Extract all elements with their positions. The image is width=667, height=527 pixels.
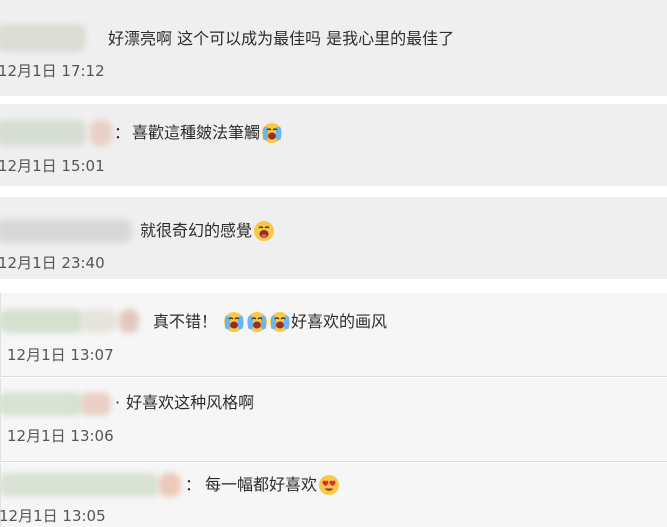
crying-face-icon <box>246 311 268 333</box>
comment-text: ：每一幅都好喜欢 <box>185 474 340 496</box>
blurred-username <box>0 473 159 497</box>
crying-face-icon <box>223 311 245 333</box>
crying-face-icon <box>261 122 283 144</box>
comment-timestamp: 12月1日 17:12 <box>0 62 105 80</box>
blurred-username <box>0 219 132 243</box>
comment-text: 真不错！ 好喜欢的画风 <box>153 311 388 333</box>
blurred-username <box>0 24 86 52</box>
heart-eyes-face-icon <box>318 474 340 496</box>
comment-timestamp: 12月1日 15:01 <box>0 157 105 175</box>
comment-text: 就很奇幻的感覺 <box>140 220 275 242</box>
blurred-avatar <box>159 473 181 497</box>
comment-item: ：喜歡這種皴法筆觸 12月1日 15:01 <box>0 104 667 186</box>
comment-timestamp: 12月1日 13:05 <box>0 507 106 525</box>
comment-item: ：每一幅都好喜欢 12月1日 13:05 <box>0 463 667 527</box>
comment-item: 就很奇幻的感覺 12月1日 23:40 <box>0 197 667 279</box>
blurred-avatar <box>90 120 112 146</box>
comment-timestamp: 12月1日 13:06 <box>7 427 114 445</box>
comment-text: 好漂亮啊 这个可以成为最佳吗 是我心里的最佳了 <box>108 29 455 48</box>
blurred-username <box>81 309 117 333</box>
crying-face-icon <box>269 311 291 333</box>
comment-item: 好漂亮啊 这个可以成为最佳吗 是我心里的最佳了 12月1日 17:12 <box>0 0 667 96</box>
comment-item: 真不错！ 好喜欢的画风 12月1日 13:07 <box>0 293 667 377</box>
grinning-face-icon <box>253 220 275 242</box>
comment-text: ：喜歡這種皴法筆觸 <box>114 122 283 144</box>
blurred-avatar <box>119 309 139 333</box>
comment-item: · 好喜欢这种风格啊 12月1日 13:06 <box>0 378 667 462</box>
comment-timestamp: 12月1日 13:07 <box>7 346 114 364</box>
comment-text: · 好喜欢这种风格啊 <box>115 393 255 412</box>
comment-timestamp: 12月1日 23:40 <box>0 254 105 272</box>
blurred-avatar <box>81 392 111 416</box>
blurred-username <box>0 309 85 333</box>
blurred-username <box>0 120 86 146</box>
blurred-username <box>0 392 83 416</box>
